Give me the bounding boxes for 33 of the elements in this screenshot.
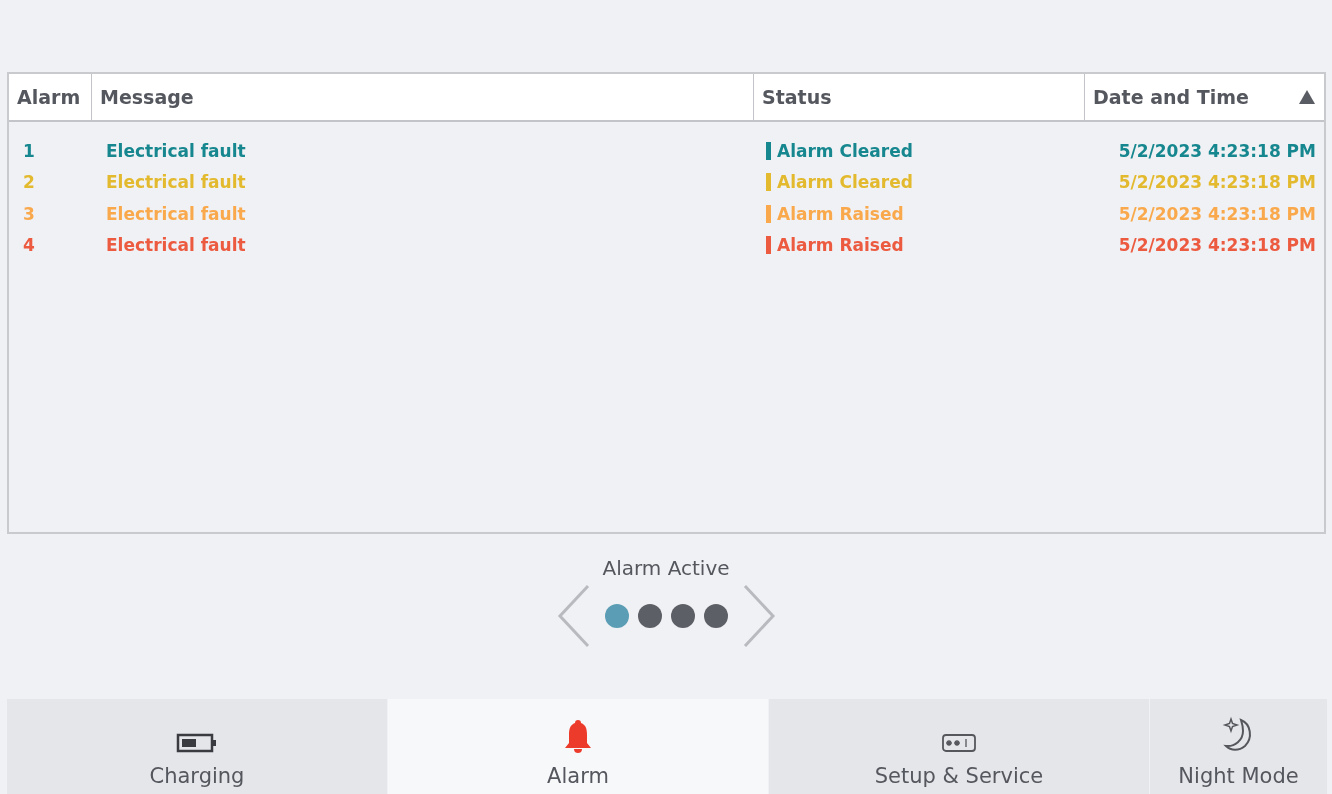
table-cell-text: 5/2/2023 4:23:18 PM [1117,235,1317,256]
table-cell-text: 4 [22,235,36,256]
table-cell: Alarm Cleared [777,172,913,193]
battery-icon [176,732,218,754]
table-cell-text: 3 [22,203,36,224]
nav-tab[interactable]: Charging [7,699,388,794]
keypad-icon [941,732,977,754]
table-cell: Alarm Raised [777,203,904,224]
table-cell-text: Electrical fault [105,140,247,161]
page-dot[interactable] [670,604,695,628]
pager-label: Alarm Active [602,556,730,580]
table-cell-text: 2 [22,172,36,193]
table-cell-text: 5/2/2023 4:23:18 PM [1117,172,1317,193]
table-cell-text: 1 [22,140,36,161]
column-header[interactable]: Alarm [9,74,92,120]
table-cell-text: Electrical fault [105,172,247,193]
column-header[interactable]: Status [754,74,1085,120]
nav-tab[interactable]: Setup & Service [769,699,1150,794]
table-cell-text: 5/2/2023 4:23:18 PM [1117,140,1317,161]
table-cell-text: 5/2/2023 4:23:18 PM [1117,203,1317,224]
nav-tab[interactable]: Night Mode [1150,699,1328,794]
table-cell-text: Electrical fault [105,203,247,224]
page-dot[interactable] [703,604,728,628]
chevron-left-icon [555,584,592,648]
nav-tab[interactable]: Alarm [388,699,769,794]
table-cell: Alarm Raised [777,235,904,256]
table-cell-text: Electrical fault [105,235,247,256]
page-dot[interactable] [637,604,662,628]
page-dot[interactable] [604,604,629,628]
bell-icon [563,718,593,754]
column-header[interactable]: Message [92,74,754,120]
column-header[interactable]: Date and Time [1085,74,1324,120]
table-cell: Alarm Cleared [777,140,913,161]
